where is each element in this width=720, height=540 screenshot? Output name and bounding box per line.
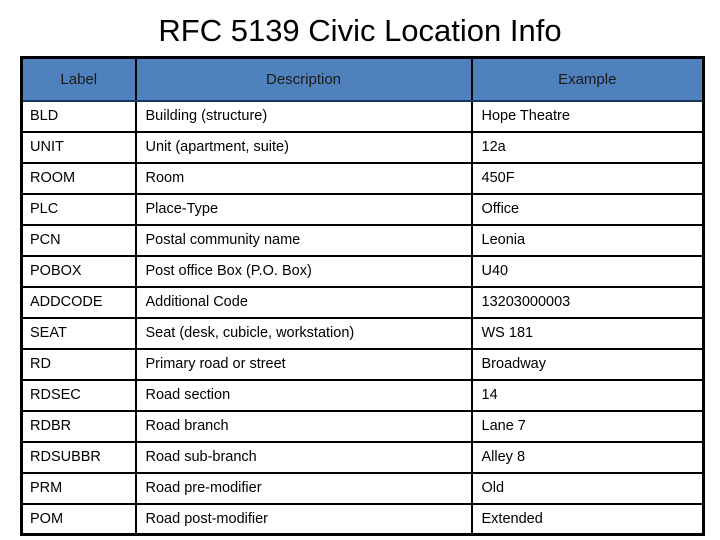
cell-example: Office xyxy=(471,193,704,226)
slide: RFC 5139 Civic Location Info Label Descr… xyxy=(0,0,720,540)
table-row: POM Road post-modifier Extended xyxy=(21,503,704,535)
cell-example: WS 181 xyxy=(471,317,704,350)
table-row: BLD Building (structure) Hope Theatre xyxy=(21,100,704,133)
table-header: Label Description Example xyxy=(21,57,704,102)
cell-example: Leonia xyxy=(471,224,704,257)
cell-description: Room xyxy=(135,162,473,195)
cell-label: RDSUBBR xyxy=(21,441,137,474)
cell-example: Lane 7 xyxy=(471,410,704,443)
cell-label: RD xyxy=(21,348,137,381)
cell-description: Road pre-modifier xyxy=(135,472,473,505)
cell-label: RDSEC xyxy=(21,379,137,412)
cell-label: UNIT xyxy=(21,131,137,164)
cell-label: BLD xyxy=(21,100,137,133)
cell-description: Building (structure) xyxy=(135,100,473,133)
cell-description: Post office Box (P.O. Box) xyxy=(135,255,473,288)
cell-example: 14 xyxy=(471,379,704,412)
cell-example: Hope Theatre xyxy=(471,100,704,133)
civic-location-table-wrapper: Label Description Example BLD Building (s… xyxy=(20,56,705,536)
table-row: PLC Place-Type Office xyxy=(21,193,704,226)
civic-location-table: Label Description Example BLD Building (s… xyxy=(20,56,705,536)
cell-example: 450F xyxy=(471,162,704,195)
cell-example: 13203000003 xyxy=(471,286,704,319)
table-row: RDBR Road branch Lane 7 xyxy=(21,410,704,443)
cell-description: Road sub-branch xyxy=(135,441,473,474)
cell-label: PRM xyxy=(21,472,137,505)
table-row: RD Primary road or street Broadway xyxy=(21,348,704,381)
cell-example: 12a xyxy=(471,131,704,164)
cell-label: ADDCODE xyxy=(21,286,137,319)
page-title: RFC 5139 Civic Location Info xyxy=(158,13,562,48)
table-row: RDSUBBR Road sub-branch Alley 8 xyxy=(21,441,704,474)
cell-example: Broadway xyxy=(471,348,704,381)
column-header-description: Description xyxy=(135,57,473,102)
cell-description: Road branch xyxy=(135,410,473,443)
table-header-row: Label Description Example xyxy=(21,57,704,102)
cell-label: ROOM xyxy=(21,162,137,195)
cell-description: Place-Type xyxy=(135,193,473,226)
cell-label: SEAT xyxy=(21,317,137,350)
cell-description: Seat (desk, cubicle, workstation) xyxy=(135,317,473,350)
table-row: POBOX Post office Box (P.O. Box) U40 xyxy=(21,255,704,288)
table-row: ADDCODE Additional Code 13203000003 xyxy=(21,286,704,319)
table-row: SEAT Seat (desk, cubicle, workstation) WS … xyxy=(21,317,704,350)
cell-label: RDBR xyxy=(21,410,137,443)
cell-example: Extended xyxy=(481,510,543,527)
cell-example: Old xyxy=(471,472,704,505)
cell-label: PLC xyxy=(21,193,137,226)
cell-description: Road post-modifier xyxy=(135,503,473,535)
column-header-example: Example xyxy=(471,57,704,102)
cell-label: POBOX xyxy=(21,255,137,288)
cell-description: Primary road or street xyxy=(135,348,473,381)
table-row: ROOM Room 450F xyxy=(21,162,704,195)
cell-description: Road section xyxy=(135,379,473,412)
cell-label: POM xyxy=(21,503,137,535)
table-row: PCN Postal community name Leonia xyxy=(21,224,704,257)
table-body: BLD Building (structure) Hope Theatre UNIT U… xyxy=(21,100,704,535)
cell-description: Additional Code xyxy=(135,286,473,319)
cell-example: Alley 8 xyxy=(471,441,704,474)
cell-label: PCN xyxy=(21,224,137,257)
column-header-label: Label xyxy=(21,57,137,102)
cell-description: Postal community name xyxy=(135,224,473,257)
table-row: PRM Road pre-modifier Old xyxy=(21,472,704,505)
table-row: UNIT Unit (apartment, suite) 12a xyxy=(21,131,704,164)
cell-description: Unit (apartment, suite) xyxy=(135,131,473,164)
cell-example: U40 xyxy=(471,255,704,288)
table-row: RDSEC Road section 14 xyxy=(21,379,704,412)
